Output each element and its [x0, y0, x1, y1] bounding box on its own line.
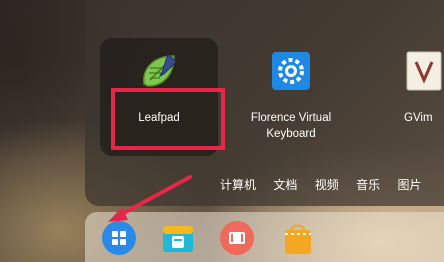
arrow-head — [108, 207, 128, 222]
arrow-shaft — [120, 175, 192, 216]
desktop: { "launcher": { "apps": [ { "name": "Lea… — [0, 0, 444, 262]
annotation-arrow — [108, 175, 192, 222]
